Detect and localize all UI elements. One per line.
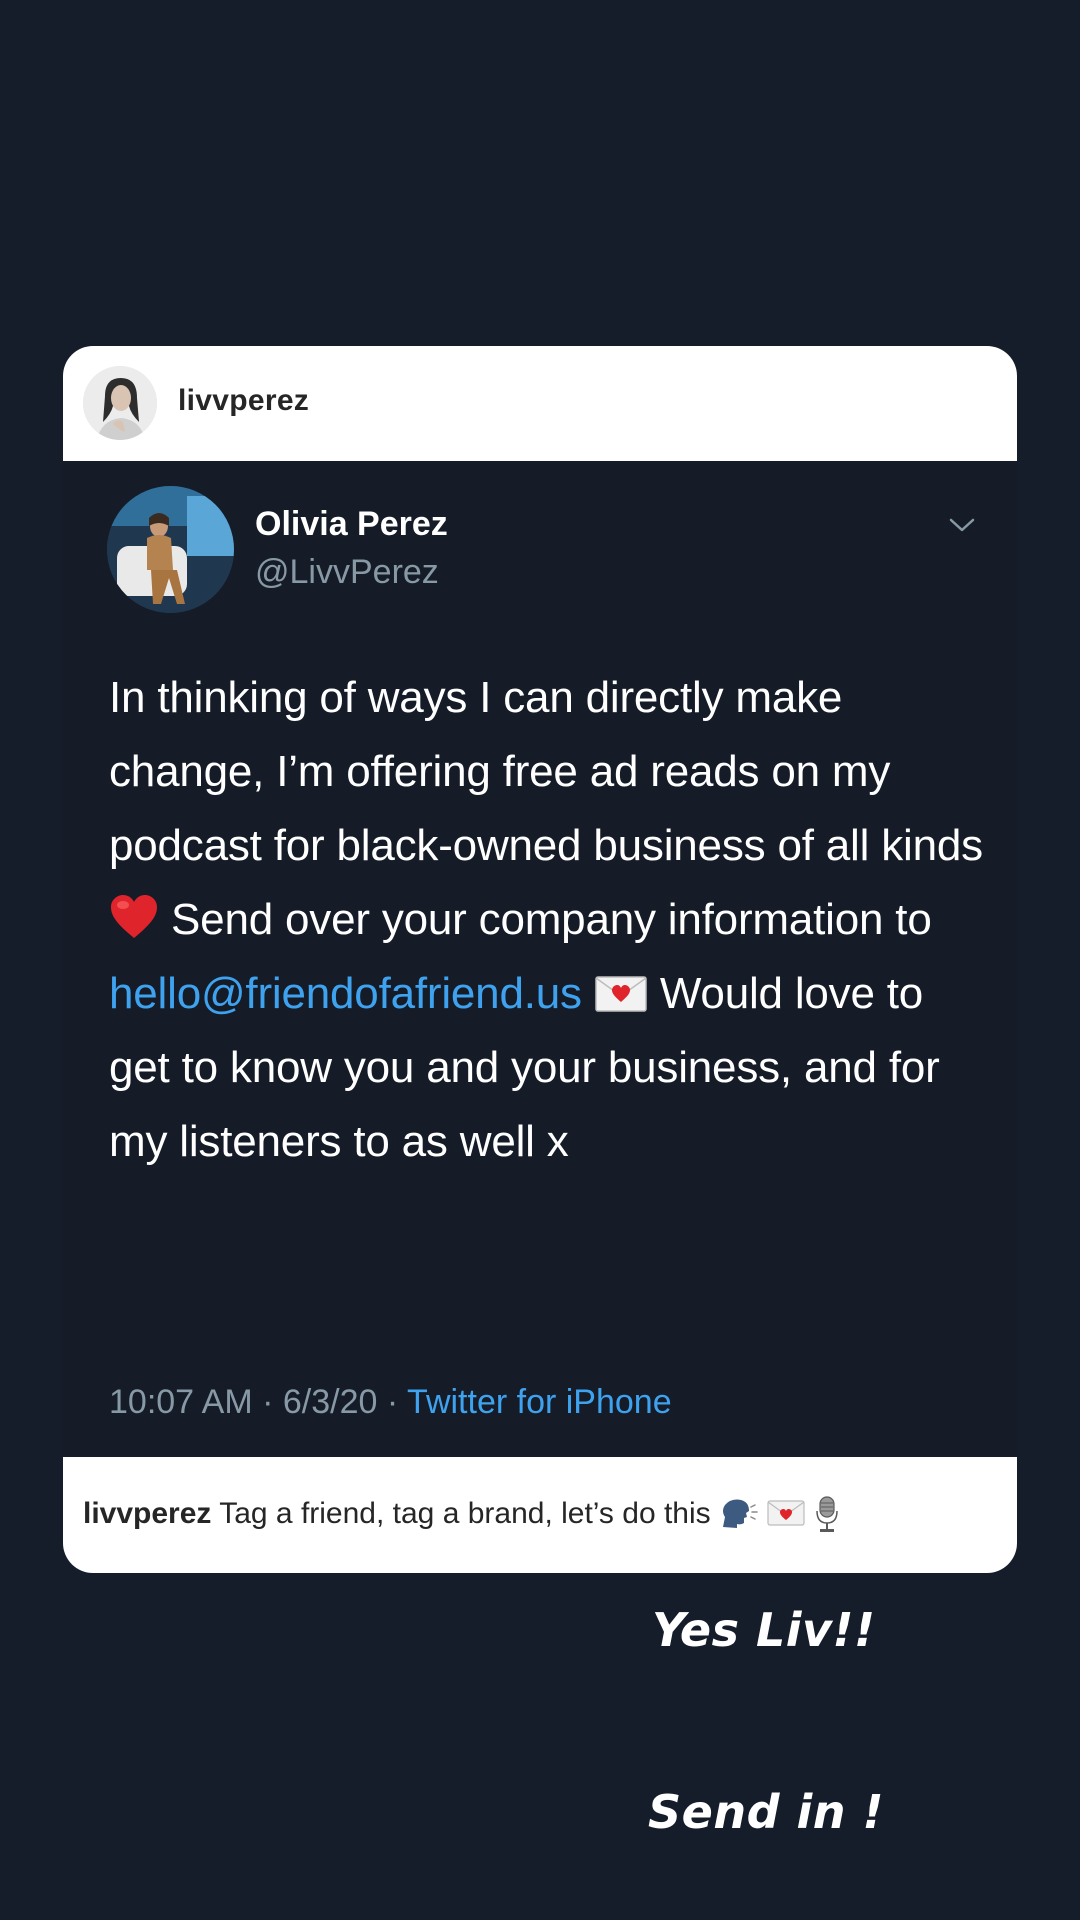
caption-text: Tag a friend, tag a brand, let’s do this bbox=[219, 1497, 711, 1530]
love-letter-icon bbox=[767, 1500, 805, 1526]
red-heart-icon bbox=[111, 895, 157, 938]
tweet-body: In thinking of ways I can directly make … bbox=[109, 661, 989, 1179]
speaking-head-icon bbox=[723, 1499, 758, 1528]
tweet-screenshot: Olivia Perez @LivvPerez In thinking of w… bbox=[63, 461, 1017, 1457]
tweet-time: 10:07 AM bbox=[109, 1383, 253, 1421]
story-text-overlay: Yes Liv!! bbox=[652, 1603, 876, 1657]
tweet-author-avatar bbox=[107, 486, 234, 613]
post-header: livvperez bbox=[63, 346, 1017, 461]
tweet-source-link[interactable]: Twitter for iPhone bbox=[407, 1383, 672, 1421]
caption-line: livvperez Tag a friend, tag a brand, let… bbox=[83, 1495, 840, 1533]
tweet-email-link[interactable]: hello@friendofafriend.us bbox=[109, 969, 582, 1018]
story-text-overlay: Send in ! bbox=[648, 1785, 885, 1839]
studio-microphone-icon bbox=[815, 1496, 838, 1532]
tweet-text-part-2: Send over your company information to bbox=[171, 895, 932, 944]
tweet-text-part-1: In thinking of ways I can directly make … bbox=[109, 673, 983, 870]
chevron-down-icon bbox=[949, 518, 975, 532]
meta-separator: · bbox=[262, 1383, 274, 1421]
shared-post-card[interactable]: livvperez Olivia Perez @LivvPerez In thi… bbox=[63, 346, 1017, 1573]
post-caption: livvperez Tag a friend, tag a brand, let… bbox=[63, 1457, 1017, 1573]
tweet-metadata: 10:07 AM · 6/3/20 · Twitter for iPhone bbox=[109, 1383, 672, 1422]
tweet-author-name: Olivia Perez bbox=[255, 505, 448, 543]
caption-username[interactable]: livvperez bbox=[83, 1497, 211, 1530]
tweet-author-handle: @LivvPerez bbox=[255, 553, 439, 591]
post-author-avatar[interactable] bbox=[83, 366, 157, 440]
tweet-date: 6/3/20 bbox=[282, 1383, 378, 1421]
post-author-username[interactable]: livvperez bbox=[178, 384, 309, 418]
love-letter-icon bbox=[595, 976, 647, 1012]
meta-separator: · bbox=[386, 1383, 399, 1421]
